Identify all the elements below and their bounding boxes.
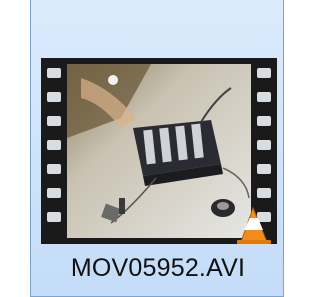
- file-item-selected[interactable]: MOV05952.AVI: [30, 0, 284, 297]
- file-name-label: MOV05952.AVI: [70, 254, 246, 282]
- video-thumbnail: [41, 58, 277, 244]
- explorer-view: MOV05952.AVI: [0, 0, 291, 297]
- video-frame-image: [67, 64, 251, 238]
